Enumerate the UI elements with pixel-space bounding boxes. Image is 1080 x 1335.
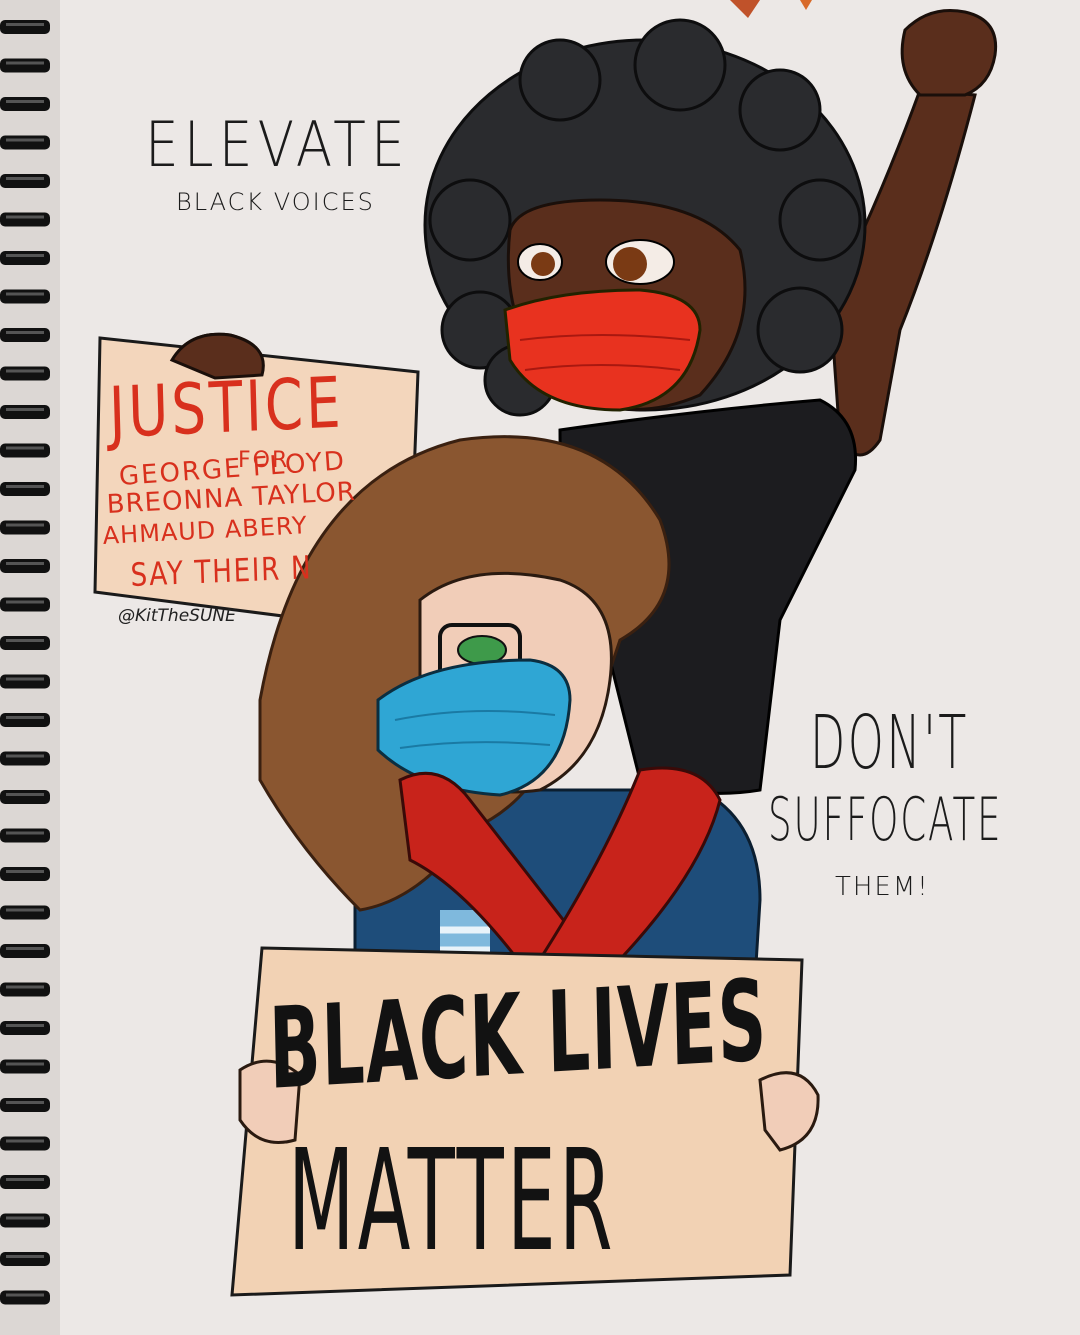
justice-sign-title: JUSTICE [108,361,345,454]
spiral-ring [0,58,50,73]
spiral-ring [0,1098,50,1112]
spiral-ring [0,828,50,843]
spiral-ring-highlight [6,754,44,758]
spiral-ring-highlight [6,1178,44,1181]
spiral-ring [0,982,50,997]
spiral-ring-highlight [6,831,44,835]
spiral-ring-highlight [6,1101,44,1104]
spiral-ring [0,713,50,727]
blm-sign-line2: MATTER [288,1120,616,1283]
spiral-ring-highlight [6,716,44,719]
spiral-ring [0,1175,50,1189]
spiral-ring [0,1059,50,1074]
spiral-ring-highlight [6,1024,44,1027]
black-voices-subheading: BLACK VOICES [176,188,375,216]
spiral-ring-highlight [6,985,44,989]
spiral-ring-highlight [6,177,44,180]
spiral-ring [0,1021,50,1035]
spiral-ring [0,751,50,766]
elevate-heading: ELEVATE [145,108,410,181]
spiral-ring-highlight [6,254,44,257]
spiral-ring [0,289,50,304]
spiral-ring [0,674,50,689]
spiral-ring [0,559,50,573]
spiral-ring-highlight [6,1293,44,1297]
spiral-ring-highlight [6,1255,44,1258]
spiral-ring [0,1290,50,1305]
spiral-ring-highlight [6,446,44,450]
spiral-ring-highlight [6,793,44,796]
spiral-ring-highlight [6,1139,44,1143]
spiral-ring-highlight [6,1216,44,1220]
spiral-ring [0,405,50,419]
spiral-ring-highlight [6,562,44,565]
spiral-ring-highlight [6,600,44,604]
spiral-ring-highlight [6,138,44,142]
spiral-ring [0,482,50,496]
spiral-ring-highlight [6,100,44,103]
spiral-ring-highlight [6,61,44,65]
spiral-ring [0,443,50,458]
spiral-ring [0,790,50,804]
spiral-ring [0,135,50,150]
spiral-ring-highlight [6,870,44,873]
spiral-ring [0,212,50,227]
spiral-ring [0,366,50,381]
spiral-ring [0,867,50,881]
suffocate-text: SUFFOCATE [768,785,1003,855]
spiral-ring [0,328,50,342]
artist-signature: @KitTheSUNE [118,606,236,626]
spiral-ring [0,1213,50,1228]
spiral-ring-highlight [6,523,44,527]
spiral-ring [0,636,50,650]
spiral-ring [0,174,50,188]
spiral-ring [0,520,50,535]
spiral-ring-highlight [6,947,44,950]
spiral-ring-highlight [6,908,44,912]
them-text: THEM! [835,872,930,902]
spiral-ring [0,1136,50,1151]
spiral-ring-highlight [6,408,44,411]
spiral-ring [0,251,50,265]
spiral-ring-highlight [6,369,44,373]
spiral-ring-highlight [6,639,44,642]
raised-fist [900,8,998,97]
spiral-ring [0,97,50,111]
spiral-ring-highlight [6,1062,44,1066]
spiral-ring [0,944,50,958]
spiral-ring [0,905,50,920]
spiral-ring-highlight [6,485,44,488]
spiral-ring-highlight [6,215,44,219]
dont-text: DON'T [810,700,969,786]
spiral-ring-highlight [6,23,44,26]
spiral-ring [0,597,50,612]
spiral-ring-highlight [6,292,44,296]
justice-say-their-names: SAY THEIR N [130,548,313,594]
spiral-ring [0,1252,50,1266]
spiral-ring-highlight [6,331,44,334]
page-edge-shadow [0,0,60,1335]
spiral-ring [0,20,50,34]
spiral-ring-highlight [6,677,44,681]
